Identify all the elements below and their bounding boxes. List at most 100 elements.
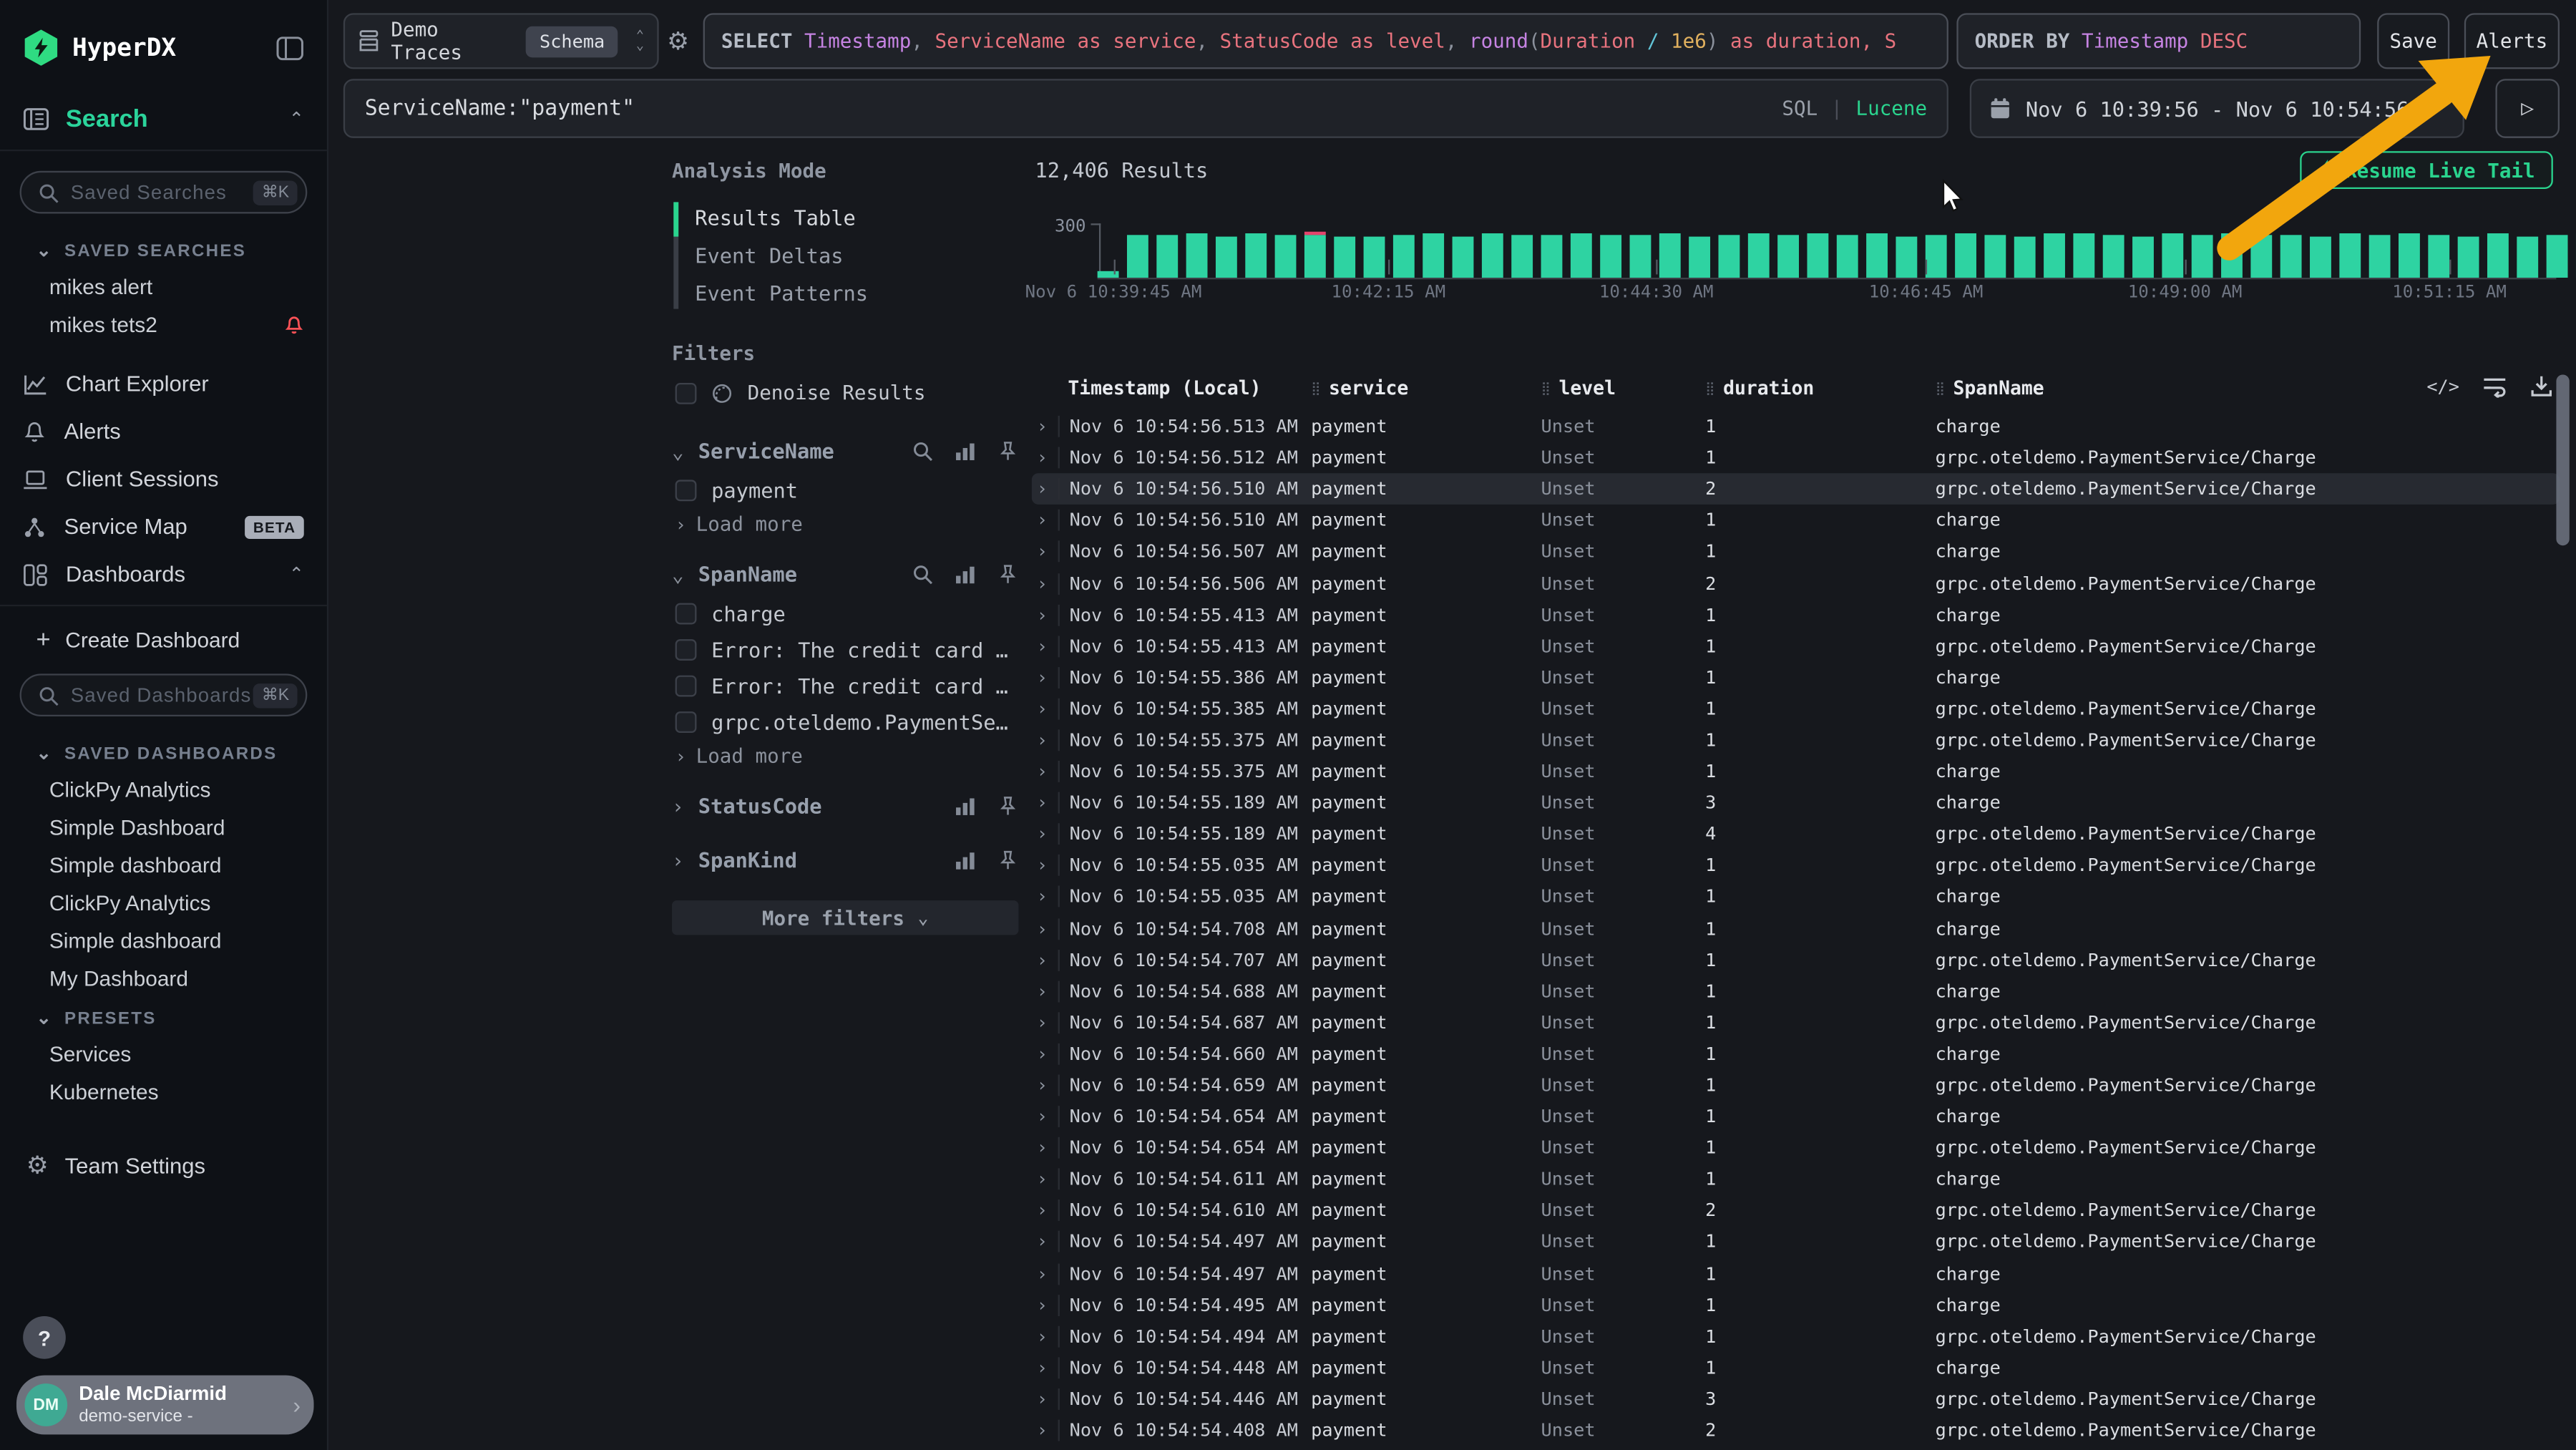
saved-searches-heading[interactable]: ⌄ SAVED SEARCHES	[0, 230, 327, 268]
filter-group-SpanName[interactable]: ⌄SpanName	[672, 554, 1018, 595]
search-icon[interactable]	[912, 563, 933, 585]
table-row[interactable]: ›Nov 6 10:54:54.707 AMpaymentUnset1grpc.…	[1032, 944, 2560, 975]
denoise-results-toggle[interactable]: Denoise Results	[675, 381, 1019, 404]
table-row[interactable]: ›Nov 6 10:54:55.189 AMpaymentUnset3charg…	[1032, 787, 2560, 819]
filter-value[interactable]: Error: The credit card …	[672, 631, 1018, 668]
alerts-button[interactable]: Alerts	[2464, 13, 2560, 69]
search-query-input[interactable]: ServiceName:"payment" SQL | Lucene	[343, 79, 1948, 138]
filter-checkbox[interactable]	[675, 479, 697, 500]
pin-icon[interactable]	[997, 563, 1019, 585]
table-row[interactable]: ›Nov 6 10:54:54.497 AMpaymentUnset1charg…	[1032, 1258, 2560, 1290]
filter-value[interactable]: payment	[672, 472, 1018, 508]
table-row[interactable]: ›Nov 6 10:54:54.610 AMpaymentUnset2grpc.…	[1032, 1195, 2560, 1227]
table-row[interactable]: ›Nov 6 10:54:54.448 AMpaymentUnset1charg…	[1032, 1352, 2560, 1383]
saved-searches-input[interactable]: Saved Searches ⌘K	[20, 171, 308, 214]
filter-group-StatusCode[interactable]: ›StatusCode	[672, 785, 1018, 826]
filter-checkbox[interactable]	[675, 674, 697, 696]
saved-dashboard-item[interactable]: Simple dashboard	[0, 846, 327, 884]
table-row[interactable]: ›Nov 6 10:54:54.687 AMpaymentUnset1grpc.…	[1032, 1007, 2560, 1038]
table-row[interactable]: ›Nov 6 10:54:55.413 AMpaymentUnset1grpc.…	[1032, 631, 2560, 662]
table-row[interactable]: ›Nov 6 10:54:55.385 AMpaymentUnset1grpc.…	[1032, 694, 2560, 725]
chart-icon[interactable]	[955, 563, 976, 585]
pin-icon[interactable]	[997, 850, 1019, 871]
saved-dashboards-heading[interactable]: ⌄ SAVED DASHBOARDS	[0, 733, 327, 771]
col-duration[interactable]: ⣿duration	[1705, 376, 1935, 399]
table-row[interactable]: ›Nov 6 10:54:54.688 AMpaymentUnset1charg…	[1032, 975, 2560, 1007]
search-icon[interactable]	[912, 440, 933, 462]
filter-value[interactable]: charge	[672, 595, 1018, 631]
pin-icon[interactable]	[997, 440, 1019, 462]
load-more[interactable]: ›Load more	[672, 739, 1018, 772]
lang-sql-toggle[interactable]: SQL	[1782, 97, 1818, 120]
saved-dashboards-input[interactable]: Saved Dashboards ⌘K	[20, 673, 308, 716]
chart-icon[interactable]	[955, 440, 976, 462]
table-row[interactable]: ›Nov 6 10:54:56.513 AMpaymentUnset1charg…	[1032, 411, 2560, 442]
sidebar-item-alerts[interactable]: Alerts	[0, 407, 327, 455]
table-row[interactable]: ›Nov 6 10:54:56.510 AMpaymentUnset2grpc.…	[1032, 474, 2560, 505]
presets-heading[interactable]: ⌄ PRESETS	[0, 998, 327, 1036]
filter-group-ServiceName[interactable]: ⌄ServiceName	[672, 431, 1018, 472]
saved-search-item[interactable]: mikes alert	[0, 268, 327, 306]
col-timestamp[interactable]: Timestamp (Local)	[1068, 376, 1311, 399]
table-row[interactable]: ›Nov 6 10:54:54.408 AMpaymentUnset2grpc.…	[1032, 1415, 2560, 1446]
chevron-up-icon[interactable]: ⌃	[289, 563, 304, 585]
table-row[interactable]: ›Nov 6 10:54:54.611 AMpaymentUnset1charg…	[1032, 1164, 2560, 1195]
drag-handle-icon[interactable]: ⣿	[1936, 381, 1945, 396]
table-row[interactable]: ›Nov 6 10:54:56.510 AMpaymentUnset1charg…	[1032, 505, 2560, 536]
table-row[interactable]: ›Nov 6 10:54:54.497 AMpaymentUnset1grpc.…	[1032, 1227, 2560, 1258]
order-by-input[interactable]: ORDER BY Timestamp DESC	[1956, 13, 2361, 69]
sidebar-item-chart-explorer[interactable]: Chart Explorer	[0, 360, 327, 408]
source-settings-gear-icon[interactable]: ⚙	[667, 26, 689, 56]
download-icon[interactable]	[2530, 374, 2553, 397]
saved-search-item[interactable]: mikes tets2	[0, 306, 327, 344]
wrap-lines-icon[interactable]	[2482, 376, 2507, 397]
table-row[interactable]: ›Nov 6 10:54:55.386 AMpaymentUnset1charg…	[1032, 662, 2560, 694]
table-row[interactable]: ›Nov 6 10:54:56.506 AMpaymentUnset2grpc.…	[1032, 568, 2560, 599]
table-row[interactable]: ›Nov 6 10:54:55.375 AMpaymentUnset1grpc.…	[1032, 724, 2560, 756]
denoise-checkbox[interactable]	[675, 382, 697, 404]
filter-group-SpanKind[interactable]: ›SpanKind	[672, 840, 1018, 880]
filter-checkbox[interactable]	[675, 638, 697, 660]
table-row[interactable]: ›Nov 6 10:54:55.035 AMpaymentUnset1grpc.…	[1032, 850, 2560, 882]
table-row[interactable]: ›Nov 6 10:54:55.189 AMpaymentUnset4grpc.…	[1032, 819, 2560, 850]
table-row[interactable]: ›Nov 6 10:54:54.495 AMpaymentUnset1charg…	[1032, 1289, 2560, 1320]
table-row[interactable]: ›Nov 6 10:54:55.413 AMpaymentUnset1charg…	[1032, 599, 2560, 631]
sidebar-item-service-map[interactable]: Service Map BETA	[0, 503, 327, 551]
user-menu[interactable]: DM Dale McDiarmid demo-service - ›	[16, 1376, 314, 1435]
edit-columns-icon[interactable]: </>	[2426, 376, 2459, 397]
table-row[interactable]: ›Nov 6 10:54:54.659 AMpaymentUnset1grpc.…	[1032, 1070, 2560, 1101]
analysis-mode-results-table[interactable]: Results Table	[695, 199, 1018, 237]
table-row[interactable]: ›Nov 6 10:54:56.512 AMpaymentUnset1grpc.…	[1032, 442, 2560, 474]
saved-dashboard-item[interactable]: Simple dashboard	[0, 922, 327, 960]
table-row[interactable]: ›Nov 6 10:54:55.375 AMpaymentUnset1charg…	[1032, 756, 2560, 787]
table-row[interactable]: ›Nov 6 10:54:56.507 AMpaymentUnset1charg…	[1032, 536, 2560, 568]
lang-lucene-toggle[interactable]: Lucene	[1856, 97, 1928, 120]
sidebar-item-client-sessions[interactable]: Client Sessions	[0, 455, 327, 503]
pin-icon[interactable]	[997, 795, 1019, 817]
help-button[interactable]: ?	[23, 1316, 66, 1359]
vertical-scrollbar[interactable]	[2556, 374, 2569, 545]
source-select[interactable]: Demo Traces Schema ⌃⌄	[343, 13, 659, 69]
table-row[interactable]: ›Nov 6 10:54:54.654 AMpaymentUnset1grpc.…	[1032, 1132, 2560, 1164]
date-range-picker[interactable]: Nov 6 10:39:56 - Nov 6 10:54:56	[1970, 79, 2464, 138]
table-row[interactable]: ›Nov 6 10:54:54.654 AMpaymentUnset1charg…	[1032, 1101, 2560, 1132]
saved-dashboard-item[interactable]: ClickPy Analytics	[0, 884, 327, 922]
filter-value[interactable]: Error: The credit card …	[672, 667, 1018, 704]
table-row[interactable]: ›Nov 6 10:54:54.708 AMpaymentUnset1charg…	[1032, 913, 2560, 944]
drag-handle-icon[interactable]: ⣿	[1705, 381, 1714, 396]
preset-item[interactable]: Services	[0, 1035, 327, 1073]
preset-item[interactable]: Kubernetes	[0, 1073, 327, 1111]
save-button[interactable]: Save	[2377, 13, 2449, 69]
chart-icon[interactable]	[955, 795, 976, 817]
nav-search[interactable]: Search ⌃	[0, 95, 327, 151]
saved-dashboard-item[interactable]: ClickPy Analytics	[0, 771, 327, 809]
saved-dashboard-item[interactable]: Simple Dashboard	[0, 809, 327, 847]
analysis-mode-event-deltas[interactable]: Event Deltas	[695, 237, 1018, 275]
drag-handle-icon[interactable]: ⣿	[1311, 381, 1320, 396]
more-filters-button[interactable]: More filters ⌄	[672, 900, 1018, 935]
load-more[interactable]: ›Load more	[672, 507, 1018, 540]
table-row[interactable]: ›Nov 6 10:54:55.035 AMpaymentUnset1charg…	[1032, 882, 2560, 913]
col-level[interactable]: ⣿level	[1541, 376, 1706, 399]
chevron-up-icon[interactable]: ⌃	[289, 109, 304, 130]
filter-checkbox[interactable]	[675, 602, 697, 623]
